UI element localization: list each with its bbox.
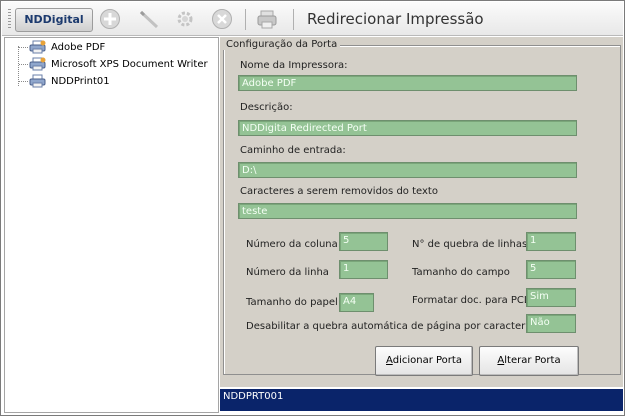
add-port-button[interactable]: Adicionar Porta (375, 346, 473, 376)
column-number-label: Número da coluna (246, 239, 338, 250)
printer-icon (29, 74, 46, 88)
tree-item-microsoft-xps[interactable]: Microsoft XPS Document Writer (29, 56, 208, 72)
change-port-button[interactable]: Alterar Porta (479, 346, 579, 376)
tree-connector (19, 81, 28, 82)
main-window: NDDigital Redirecionar Impressão Adobe P… (0, 0, 625, 416)
paper-size-field[interactable]: A4 (339, 293, 374, 312)
toolbar-grip[interactable] (8, 9, 11, 29)
add-icon[interactable] (99, 8, 121, 30)
tree-connector (19, 64, 28, 65)
printer-icon[interactable] (256, 8, 278, 30)
port-list-item-label: NDDPRT001 (223, 391, 284, 402)
printer-name-field[interactable]: Adobe PDF (238, 75, 577, 91)
tree-connector (18, 46, 19, 86)
description-label: Descrição: (240, 102, 293, 113)
printer-tree[interactable]: Adobe PDF Microsoft XPS Document Writer … (4, 37, 219, 413)
line-number-label: Número da linha (246, 267, 329, 278)
tree-item-label: NDDPrint01 (51, 75, 110, 87)
line-breaks-field[interactable]: 1 (526, 232, 576, 251)
column-number-field[interactable]: 5 (339, 232, 388, 251)
close-icon[interactable] (211, 8, 233, 30)
tree-item-adobe-pdf[interactable]: Adobe PDF (29, 39, 105, 55)
change-port-label: lterar Porta (504, 355, 561, 366)
port-list-selected[interactable]: NDDPRT001 (220, 389, 623, 411)
tree-item-nddprint01[interactable]: NDDPrint01 (29, 73, 110, 89)
toolbar: NDDigital Redirecionar Impressão (2, 2, 623, 36)
toolbar-separator (293, 9, 294, 30)
disable-ff-label: Desabilitar a quebra automática de págin… (246, 321, 550, 332)
pen-icon[interactable] (138, 8, 160, 30)
tree-item-label: Microsoft XPS Document Writer (51, 58, 208, 70)
format-pcl-field[interactable]: Sim (526, 288, 576, 307)
page-title: Redirecionar Impressão (307, 10, 484, 28)
remove-chars-label: Caracteres a serem removidos do texto (240, 186, 438, 197)
add-port-accel: A (386, 355, 393, 366)
tree-connector (19, 47, 28, 48)
printer-icon (29, 57, 46, 71)
brand-button[interactable]: NDDigital (15, 8, 93, 32)
line-breaks-label: N° de quebra de linhas (412, 239, 528, 250)
settings-icon[interactable] (174, 8, 196, 30)
group-legend: Configuração da Porta (223, 39, 341, 50)
paper-size-label: Tamanho do papel (246, 297, 338, 308)
add-port-label: dicionar Porta (392, 355, 462, 366)
input-path-label: Caminho de entrada: (240, 145, 346, 156)
line-number-field[interactable]: 1 (339, 260, 388, 279)
disable-ff-field[interactable]: Não (526, 314, 576, 333)
format-pcl-label: Formatar doc. para PCL (412, 295, 530, 306)
input-path-field[interactable]: D:\ (238, 162, 577, 178)
printer-name-label: Nome da Impressora: (240, 60, 348, 71)
tree-item-label: Adobe PDF (51, 41, 106, 53)
remove-chars-field[interactable]: teste (238, 203, 577, 219)
field-size-field[interactable]: 5 (526, 260, 576, 279)
field-size-label: Tamanho do campo (412, 267, 510, 278)
toolbar-separator (245, 9, 246, 30)
printer-icon (29, 40, 46, 54)
description-field[interactable]: NDDigita Redirected Port (238, 120, 577, 136)
